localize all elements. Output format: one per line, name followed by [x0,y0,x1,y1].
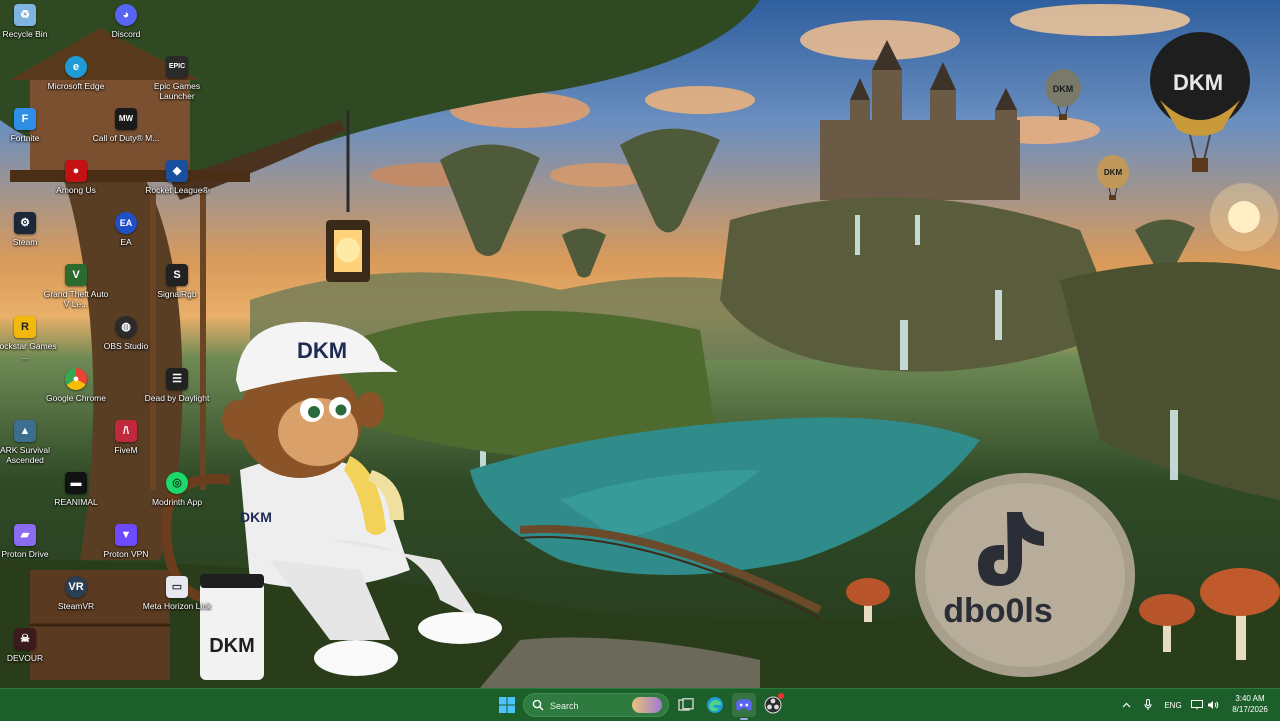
desktop-icon-rocket-league[interactable]: ◆ Rocket League® [139,156,215,220]
desktop-icon-label: Proton VPN [103,549,149,559]
desktop-icon-label: SignalRgb [157,289,197,299]
clock-date: 8/17/2026 [1232,705,1268,714]
search-highlight-icon [632,697,662,713]
shirt-text: DKM [240,509,272,525]
hot-air-balloon-small-1: DKM [1045,69,1081,120]
speaker-icon [1208,701,1219,709]
obs-taskbar-button[interactable] [761,693,785,717]
discord-taskbar-button[interactable] [732,693,756,720]
desktop-icon-label: OBS Studio [103,341,149,351]
ea-icon: EA [115,212,137,234]
rock-text: dbo0ls [943,592,1053,630]
show-hidden-icons-button[interactable] [1118,695,1134,715]
proton-drive-icon: ▰ [14,524,36,546]
balloon-small-2-text: DKM [1104,168,1123,177]
desktop-icon-label: Meta Horizon Link [142,601,212,611]
taskbar: ENG 3:40 AM 8/17/2026 [0,688,1280,721]
chevron-up-icon [1122,702,1130,708]
meta-horizon-icon: ▭ [166,576,188,598]
desktop-icon-dead-by-daylight[interactable]: ☰ Dead by Daylight [139,364,215,428]
ark-icon: ▲ [14,420,36,442]
desktop-icon-label: EA [120,237,132,247]
edge-icon [707,697,723,713]
hot-air-balloon-small-2: DKM [1097,155,1129,200]
network-button[interactable] [1190,695,1204,715]
windows-icon [499,697,515,713]
steam-icon: ⚙ [14,212,36,234]
desktop-icon-meta-horizon-link[interactable]: ▭ Meta Horizon Link [139,572,215,636]
desktop-icon-label: Among Us [56,185,96,195]
microphone-icon [1144,699,1152,710]
recording-badge [778,693,784,699]
start-button[interactable] [495,693,519,717]
fivem-icon: /\ [115,420,137,442]
desktop-icon-label: Rocket League® [145,185,209,195]
gta-icon: V [65,264,87,286]
reanimal-icon: ▬ [65,472,87,494]
desktop-icon-label: ARK Survival Ascended [0,445,51,465]
volume-button[interactable] [1206,695,1220,715]
desktop-icon-label: Modrinth App [151,497,203,507]
desktop-icon-label: REANIMAL [54,497,98,507]
balloon-small-1-text: DKM [1053,84,1074,94]
desktop-icon-label: SteamVR [57,601,95,611]
cap-text: DKM [297,338,347,363]
desktop-icon-label: Call of Duty® M... [92,133,160,143]
steamvr-icon: VR [65,576,87,598]
desktop-icon-label: Dead by Daylight [144,393,210,403]
desktop-icon-label: Fortnite [10,133,40,143]
desktop-icon-modrinth[interactable]: ◎ Modrinth App [139,468,215,532]
modrinth-icon: ◎ [166,472,188,494]
chrome-icon: ● [65,368,87,390]
desktop-icon-epic-games[interactable]: EPIC Epic Games Launcher [139,52,215,116]
search-input[interactable] [548,697,636,715]
desktop-icon-signalrgb[interactable]: S SignalRgb [139,260,215,324]
microphone-button[interactable] [1140,695,1156,715]
desktop-icon-label: Google Chrome [45,393,106,403]
signalrgb-icon: S [166,264,188,286]
desktop-icon-label: FiveM [114,445,138,455]
desktop-icon-label: Steam [12,237,38,247]
taskbar-clock[interactable]: 3:40 AM 8/17/2026 [1224,693,1276,715]
desktop-icon-label: Grand Theft Auto V Le... [43,289,109,309]
desktop-icon-label: Microsoft Edge [47,81,105,91]
obs-icon: ◍ [115,316,137,338]
language-indicator[interactable]: ENG [1160,695,1186,715]
desktop-icon-label: Discord [111,29,141,39]
clock-time: 3:40 AM [1235,694,1265,703]
proton-vpn-icon: ▼ [115,524,137,546]
fortnite-icon: F [14,108,36,130]
desktop-icon-label: Rockstar Games ... [0,341,57,361]
cup-text: DKM [209,635,255,657]
castle [820,40,1020,200]
logo-rock: dbo0ls [915,473,1135,677]
call-of-duty-icon: MW [115,108,137,130]
rocket-league-icon: ◆ [166,160,188,182]
hot-air-balloon-large: DKM [1150,32,1250,172]
edge-taskbar-button[interactable] [703,693,727,717]
desktop-icon-label: DEVOUR [6,653,44,663]
taskbar-search[interactable] [523,693,669,717]
epic-games-icon: EPIC [166,56,188,78]
balloon-large-text: DKM [1173,70,1223,95]
edge-icon: e [65,56,87,78]
devour-icon: ☠ [14,628,36,650]
discord-icon [736,699,752,711]
search-icon [532,699,544,711]
dead-by-daylight-icon: ☰ [166,368,188,390]
desktop-icon-label: Proton Drive [1,549,49,559]
discord-icon: ◕ [115,4,137,26]
among-us-icon: ● [65,160,87,182]
desktop-icon-label: Epic Games Launcher [153,81,201,101]
task-view-button[interactable] [674,693,698,717]
monitor-network-icon [1191,700,1203,710]
task-view-icon [678,698,694,711]
recycle-bin-icon: ♻ [14,4,36,26]
desktop-icon-label: Recycle Bin [2,29,48,39]
rockstar-icon: R [14,316,36,338]
